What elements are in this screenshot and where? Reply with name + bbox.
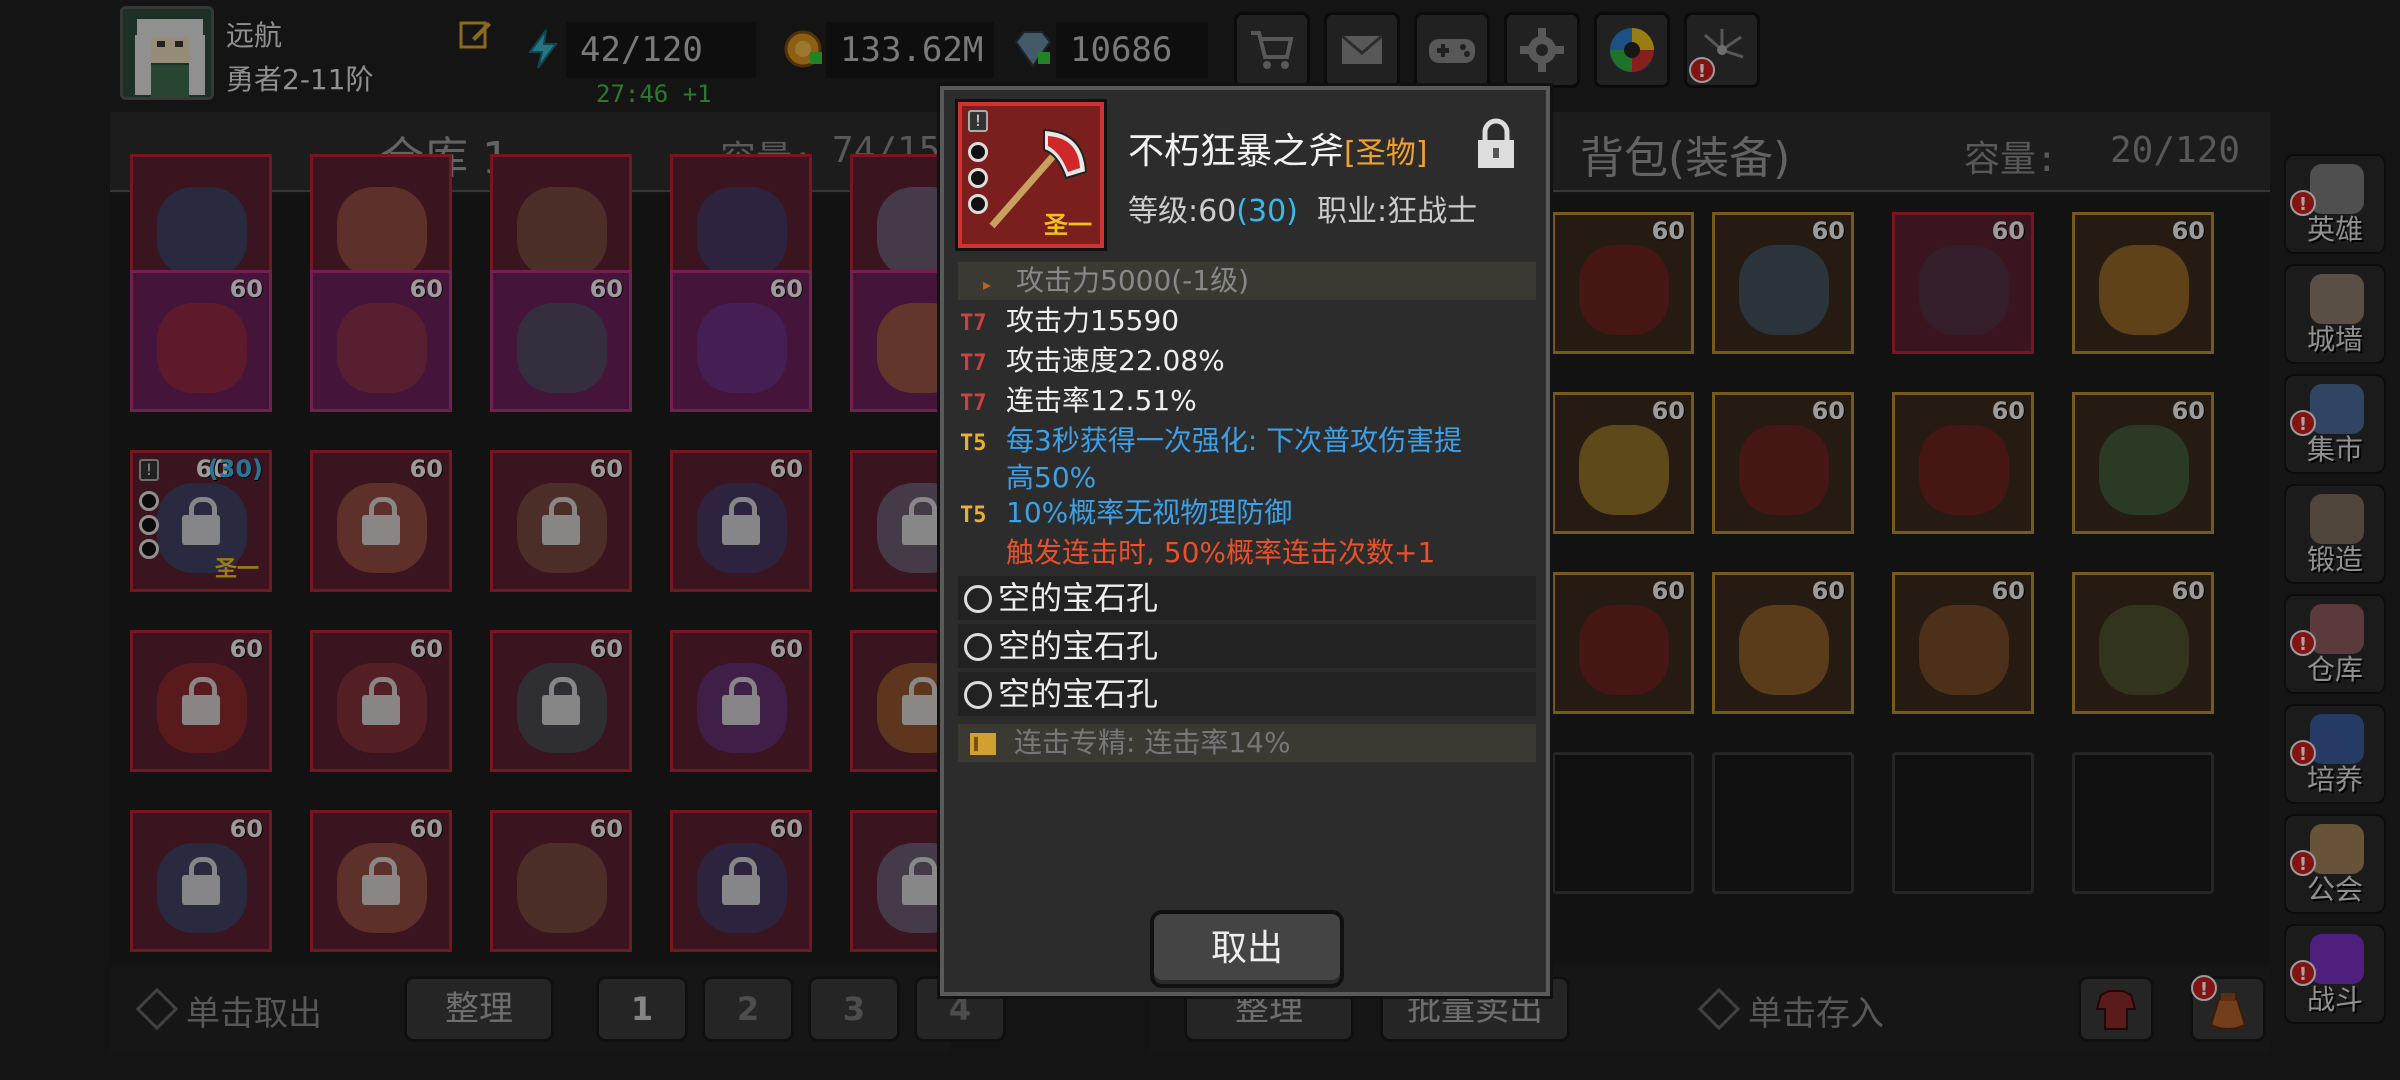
affix-tier: T7 [960,311,987,336]
level-label: 等级: [1128,194,1199,229]
lock-icon[interactable] [1474,118,1518,170]
socket-icon [968,194,988,214]
level-value: 60 [1198,194,1237,229]
affix-row: T5 每3秒获得一次强化: 下次普攻伤害提 高50% [960,424,1462,495]
socket-icon [968,142,988,162]
class-value: 狂战士 [1387,194,1478,229]
affix-row: T5 10%概率无视物理防御 [960,496,1292,533]
item-tag: [圣物] [1344,136,1428,171]
affix-text: 连击率12.51% [1006,384,1197,417]
affix-text: 10%概率无视物理防御 [1006,496,1293,529]
gem-socket-1[interactable]: 空的宝石孔 [958,576,1536,620]
bullet-icon: ▸ [982,275,992,294]
gem-socket-2[interactable]: 空的宝石孔 [958,624,1536,668]
affix-tier: T7 [960,351,987,376]
affix-text: 触发连击时, 50%概率连击次数+1 [1006,536,1436,569]
book-icon [970,733,996,755]
affix-row: T7 连击率12.51% [960,384,1197,421]
gem-socket-3[interactable]: 空的宝石孔 [958,672,1536,716]
item-icon: ! 圣一 [955,99,1107,251]
affix-row: T7 攻击速度22.08% [960,344,1225,381]
base-stat: 攻击力5000(-1级) [1016,264,1250,297]
affix-tier: T7 [960,391,987,416]
item-icon-tag: 圣一 [1044,211,1092,239]
affix-row: T7 攻击力15590 [960,304,1179,341]
affix-text: 攻击力15590 [1006,304,1180,337]
level-extra: (30) [1236,194,1298,229]
affix-tier: T5 [960,503,987,528]
item-detail-popup: ! 圣一 不朽狂暴之斧[圣物] 等级:60(30) 职业:狂战士 ▸ 攻击力500… [940,86,1550,996]
affix-row: 触发连击时, 50%概率连击次数+1 [960,536,1435,570]
class-label: 职业: [1316,194,1388,229]
affix-tier: T5 [960,431,987,456]
specialization-text: 连击专精: 连击率14% [1014,726,1291,759]
item-name-line: 不朽狂暴之斧[圣物] [1128,122,1427,174]
affix-text: 每3秒获得一次强化: 下次普攻伤害提 [1006,424,1463,457]
specialization-row: 连击专精: 连击率14% [958,724,1536,762]
affix-text-cont: 高50% [1006,461,1097,494]
affix-text: 攻击速度22.08% [1006,344,1225,377]
item-name: 不朽狂暴之斧 [1128,131,1345,172]
item-level-line: 等级:60(30) 职业:狂战士 [1128,186,1477,230]
info-icon: ! [968,110,988,132]
take-out-button[interactable]: 取出 [1150,910,1344,988]
base-stat-row: ▸ 攻击力5000(-1级) [958,262,1536,300]
socket-icon [968,168,988,188]
